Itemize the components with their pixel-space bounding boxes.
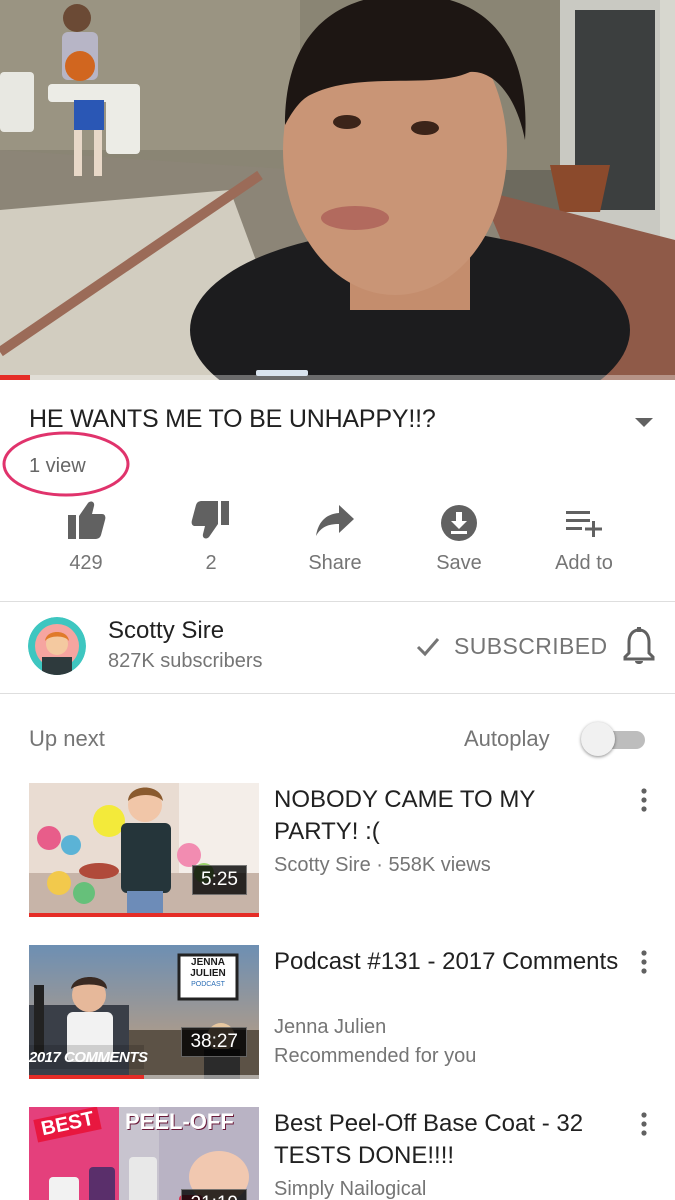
share-icon xyxy=(316,505,354,536)
channel-avatar[interactable] xyxy=(28,617,86,675)
up-next-heading: Up next xyxy=(29,726,105,751)
video-thumbnail[interactable]: BEST PEEL-OFF 21:19 xyxy=(29,1107,259,1200)
video-thumbnail[interactable]: 5:25 xyxy=(29,783,259,917)
add-to-button[interactable]: Add to xyxy=(529,497,639,587)
notification-bell-icon[interactable] xyxy=(622,626,656,666)
more-options-icon[interactable] xyxy=(633,1111,655,1137)
subscribed-button[interactable]: SUBSCRIBED xyxy=(414,628,608,664)
share-button[interactable]: Share xyxy=(280,497,390,587)
video-frame xyxy=(0,0,675,380)
thumbs-down-icon xyxy=(191,501,229,539)
video-item-title[interactable]: NOBODY CAME TO MY PARTY! :( xyxy=(274,784,624,848)
save-label: Save xyxy=(436,552,482,574)
watched-progress xyxy=(29,913,259,917)
divider xyxy=(0,693,675,694)
divider xyxy=(0,601,675,602)
dislike-count: 2 xyxy=(205,552,217,574)
thumbnail-caption-2: PEEL-OFF xyxy=(125,1109,234,1134)
check-icon xyxy=(416,638,440,657)
list-item[interactable]: JENNA JULIEN PODCAST 2017 COMMENTS 38:27… xyxy=(0,945,675,1085)
download-icon xyxy=(441,505,477,541)
video-item-title[interactable]: Best Peel-Off Base Coat - 32 TESTS DONE!… xyxy=(274,1108,624,1172)
thumbnail-logo-text: JENNA JULIEN xyxy=(190,957,226,979)
video-item-title[interactable]: Podcast #131 - 2017 Comments xyxy=(274,946,624,978)
more-options-icon[interactable] xyxy=(633,949,655,975)
avatar-image xyxy=(28,617,86,675)
subscribed-label: SUBSCRIBED xyxy=(454,632,608,659)
highlight-circle xyxy=(2,431,130,497)
video-player[interactable] xyxy=(0,0,675,380)
video-duration: 38:27 xyxy=(181,1027,247,1057)
progress-played xyxy=(0,375,31,380)
autoplay-label: Autoplay xyxy=(464,726,550,751)
watched-progress xyxy=(29,1075,144,1079)
scrubber-handle[interactable] xyxy=(256,370,308,376)
channel-name[interactable]: Scotty Sire xyxy=(108,617,224,645)
thumbnail-caption: 2017 COMMENTS xyxy=(29,1049,148,1066)
autoplay-toggle[interactable] xyxy=(581,722,649,756)
save-button[interactable]: Save xyxy=(404,497,514,587)
dislike-button[interactable]: 2 xyxy=(156,497,266,587)
expand-description-icon[interactable] xyxy=(632,414,656,430)
thumbnail-image xyxy=(29,783,259,917)
list-item[interactable]: BEST PEEL-OFF 21:19 Best Peel-Off Base C… xyxy=(0,1107,675,1200)
video-duration: 5:25 xyxy=(192,865,247,895)
subscriber-count: 827K subscribers xyxy=(108,650,263,672)
video-item-meta: Simply Nailogical xyxy=(274,1178,427,1200)
like-button[interactable]: 429 xyxy=(31,497,141,587)
toggle-knob xyxy=(581,722,615,756)
progress-bar[interactable] xyxy=(0,375,675,380)
list-item[interactable]: 5:25 NOBODY CAME TO MY PARTY! :( Scotty … xyxy=(0,783,675,923)
video-item-reason: Recommended for you xyxy=(274,1045,477,1067)
video-item-meta: Scotty Sire · 558K views xyxy=(274,854,491,876)
share-label: Share xyxy=(308,552,362,574)
playlist-add-icon xyxy=(566,511,602,537)
thumbnail-logo-subtext: PODCAST xyxy=(191,981,225,988)
video-item-meta: Jenna Julien xyxy=(274,1016,387,1038)
video-thumbnail[interactable]: JENNA JULIEN PODCAST 2017 COMMENTS 38:27 xyxy=(29,945,259,1079)
video-actions: 429 2 Share Save Add to xyxy=(0,497,675,587)
video-duration: 21:19 xyxy=(181,1189,247,1200)
add-to-label: Add to xyxy=(555,552,613,574)
more-options-icon[interactable] xyxy=(633,787,655,813)
thumbs-up-icon xyxy=(68,501,106,539)
like-count: 429 xyxy=(69,552,103,574)
